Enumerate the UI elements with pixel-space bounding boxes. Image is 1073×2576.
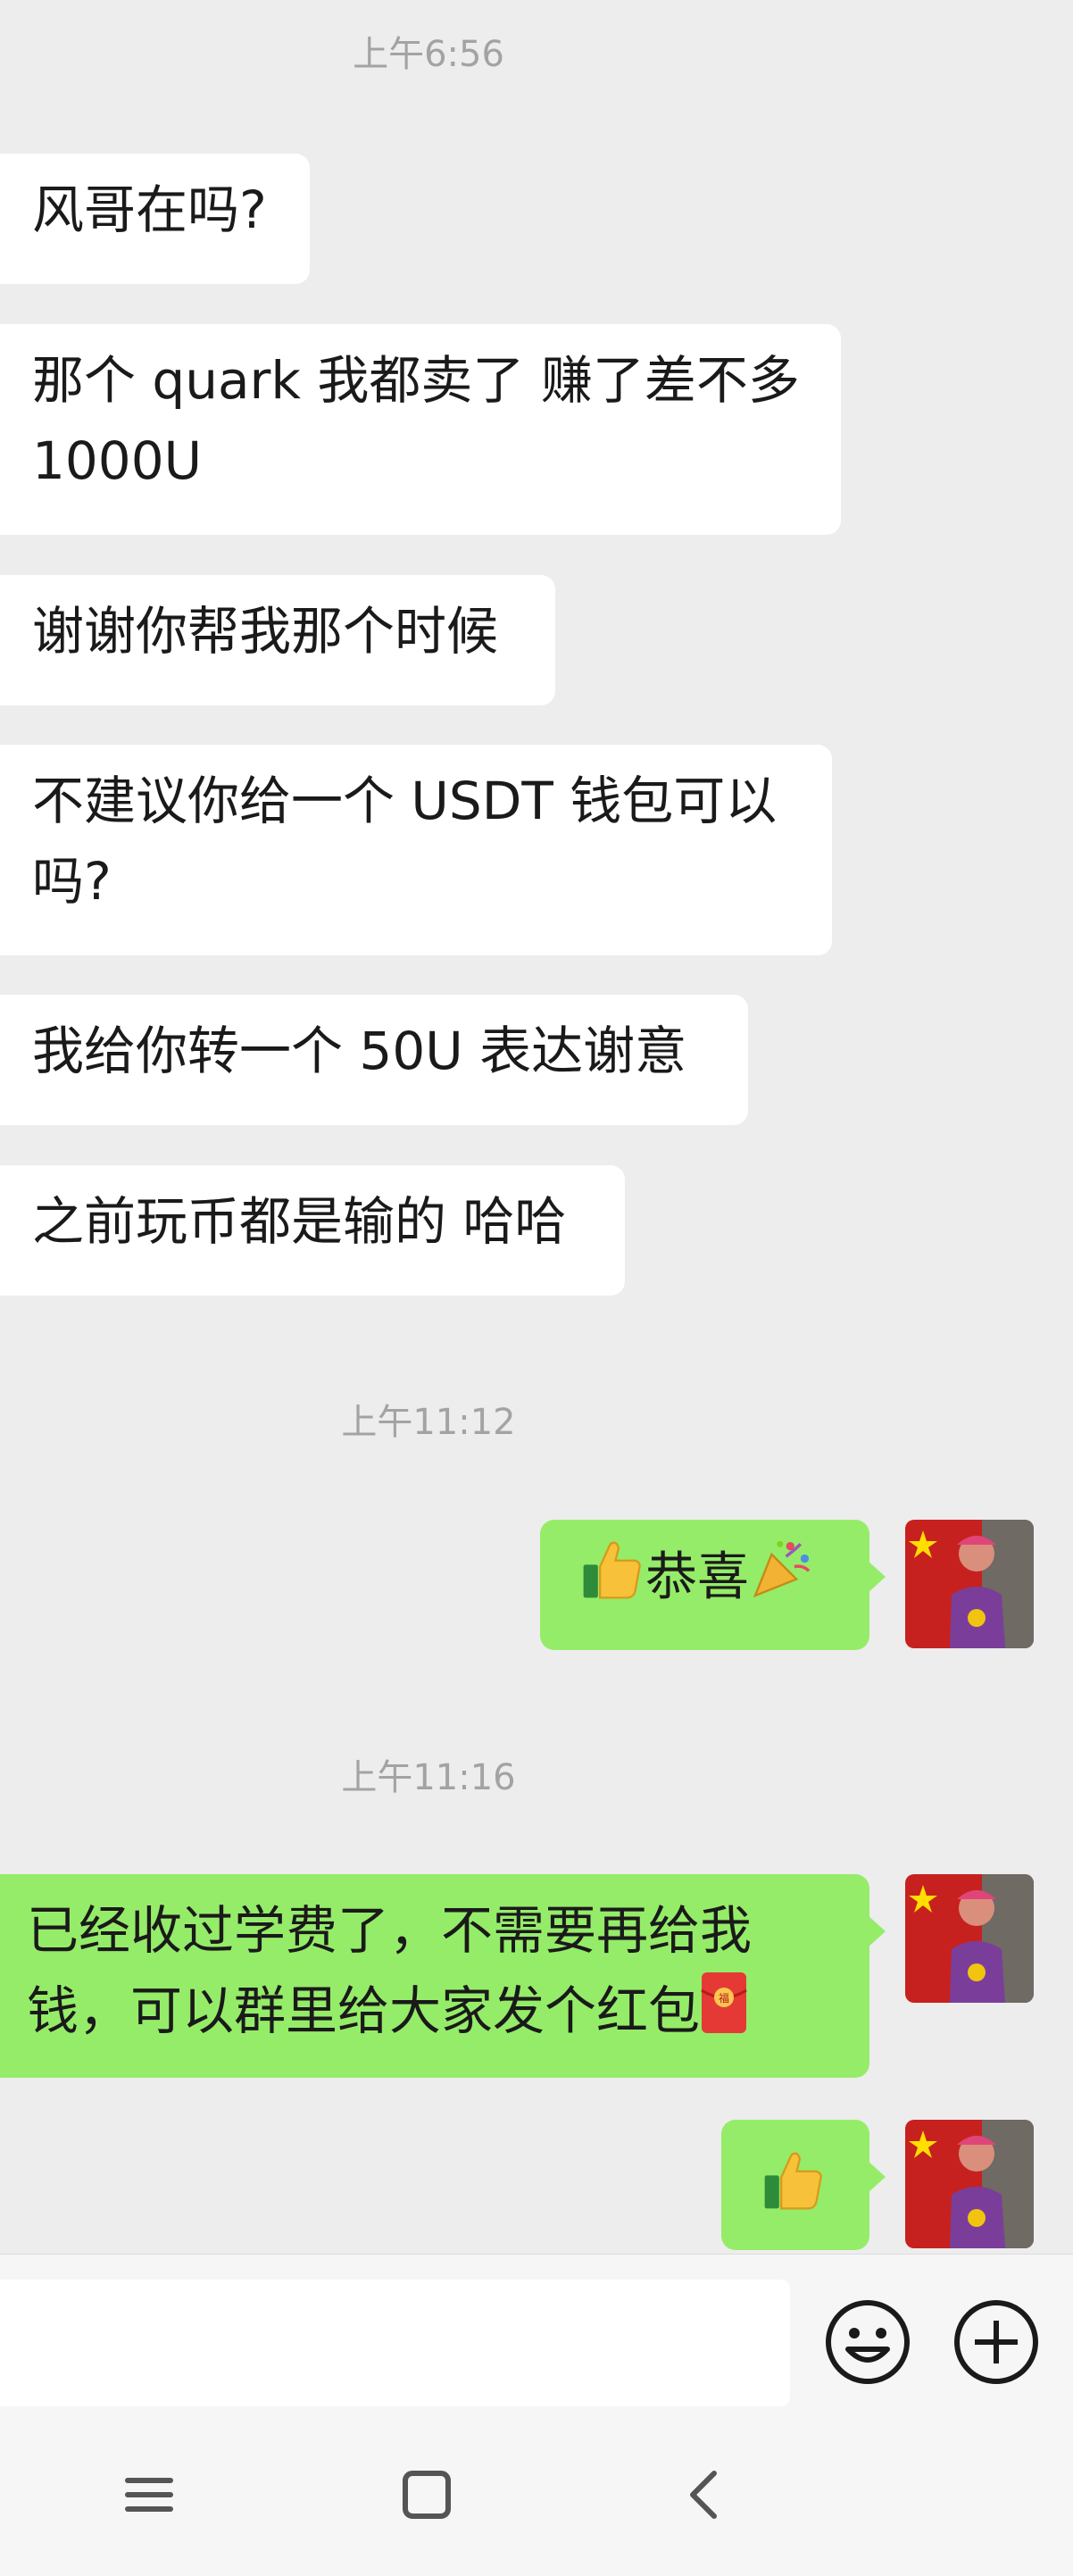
thumbs-up-icon	[579, 1536, 645, 1624]
message-input[interactable]	[0, 2280, 790, 2406]
avatar[interactable]	[905, 1874, 1034, 2003]
incoming-message[interactable]: 我给你转一个 50U 表达谢意	[0, 995, 748, 1125]
congrats-text: 恭喜	[645, 1546, 750, 1607]
incoming-message[interactable]: 不建议你给一个 USDT 钱包可以吗?	[0, 745, 832, 955]
tuition-message-text: 已经收过学费了，不需要再给我钱，可以群里给大家发个红包	[27, 1900, 753, 2041]
party-popper-icon	[749, 1536, 815, 1624]
incoming-message[interactable]: 谢谢你帮我那个时候	[0, 575, 555, 705]
timestamp-2: 上午11:12	[341, 1402, 516, 1443]
incoming-message[interactable]: 那个 quark 我都卖了 赚了差不多 1000U	[0, 324, 841, 535]
incoming-message[interactable]: 之前玩币都是输的 哈哈	[0, 1165, 625, 1296]
outgoing-message[interactable]: 已经收过学费了，不需要再给我钱，可以群里给大家发个红包 福	[0, 1874, 886, 2078]
message-composer	[0, 2254, 1073, 2415]
svg-text:福: 福	[719, 1991, 729, 2005]
home-square-icon[interactable]	[391, 2459, 462, 2530]
plus-circle-icon[interactable]	[952, 2297, 1041, 2387]
timestamp-3: 上午11:16	[341, 1757, 516, 1798]
outgoing-message[interactable]: 恭喜	[540, 1520, 886, 1650]
thumbs-up-icon	[761, 2147, 827, 2235]
avatar[interactable]	[905, 1520, 1034, 1648]
menu-icon[interactable]	[113, 2459, 185, 2530]
timestamp-1: 上午6:56	[353, 34, 504, 75]
incoming-message[interactable]: 风哥在吗?	[0, 154, 310, 284]
system-navigation-bar	[0, 2414, 1073, 2576]
avatar[interactable]	[905, 2120, 1034, 2248]
back-chevron-icon[interactable]	[670, 2459, 741, 2530]
red-envelope-icon: 福	[700, 1971, 748, 2057]
smiley-icon[interactable]	[823, 2297, 912, 2387]
outgoing-message[interactable]	[721, 2120, 886, 2250]
